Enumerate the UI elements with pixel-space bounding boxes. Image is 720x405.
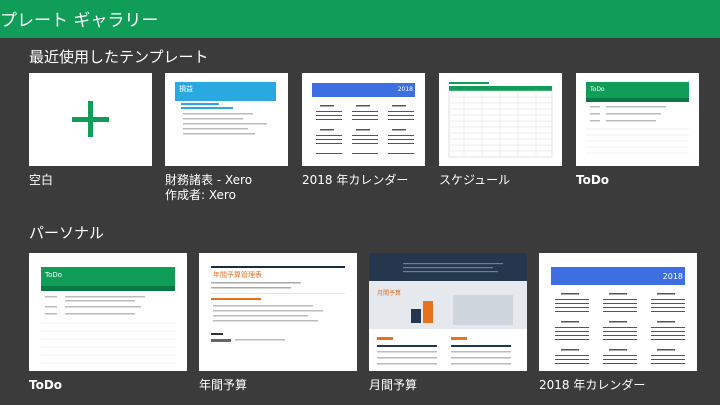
template-label-todo-text: ToDo bbox=[576, 173, 610, 187]
template-card-schedule[interactable] bbox=[439, 73, 562, 166]
template-card-blank[interactable] bbox=[29, 73, 152, 166]
thumbnail-title: 月間予算 bbox=[377, 290, 402, 297]
template-label-2018-calendar: 2018 年カレンダー bbox=[302, 173, 409, 187]
template-label-todo-personal-text: ToDo bbox=[29, 378, 63, 392]
template-label-todo: ToDo bbox=[576, 173, 609, 188]
template-label-2018-calendar-personal: 2018 年カレンダー bbox=[539, 378, 646, 392]
template-label-blank: 空白 bbox=[29, 173, 54, 187]
template-label-schedule: スケジュール bbox=[439, 173, 511, 187]
schedule-thumbnail bbox=[448, 82, 553, 158]
template-card-financial-statement[interactable]: 損益 bbox=[165, 73, 288, 166]
thumbnail-year: 2018 bbox=[662, 272, 683, 281]
thumbnail-year: 2018 bbox=[397, 86, 413, 93]
app-header: プレート ギャラリー bbox=[0, 0, 720, 38]
calendar-thumbnail bbox=[551, 267, 685, 364]
template-label-financial-statement: 財務諸表 - Xero bbox=[165, 173, 253, 187]
template-card-2018-calendar-personal[interactable]: 2018 bbox=[539, 253, 697, 371]
template-label-monthly-budget: 月間予算 bbox=[369, 378, 418, 392]
template-author: 作成者: Xero bbox=[165, 188, 236, 202]
template-card-todo-personal[interactable]: ToDo bbox=[29, 253, 187, 371]
template-card-monthly-budget[interactable]: 月間予算 bbox=[369, 253, 527, 371]
template-card-2018-calendar[interactable]: 2018 bbox=[302, 73, 425, 166]
plus-icon bbox=[72, 101, 109, 137]
section-title-personal: パーソナル bbox=[29, 224, 105, 242]
thumbnail-title: ToDo bbox=[45, 271, 63, 279]
section-title-recent: 最近使用したテンプレート bbox=[29, 48, 209, 66]
monthly-budget-thumbnail bbox=[369, 253, 527, 365]
thumbnail-title: 年間予算管理表 bbox=[213, 271, 262, 279]
page-title: プレート ギャラリー bbox=[0, 11, 159, 31]
template-label-annual-budget: 年間予算 bbox=[199, 378, 248, 392]
template-card-annual-budget[interactable]: 年間予算管理表 bbox=[199, 253, 357, 371]
thumbnail-title: 損益 bbox=[179, 85, 193, 93]
thumbnail-title: ToDo bbox=[590, 86, 605, 93]
template-label-todo-personal: ToDo bbox=[29, 378, 62, 393]
template-card-todo[interactable]: ToDo bbox=[576, 73, 699, 166]
